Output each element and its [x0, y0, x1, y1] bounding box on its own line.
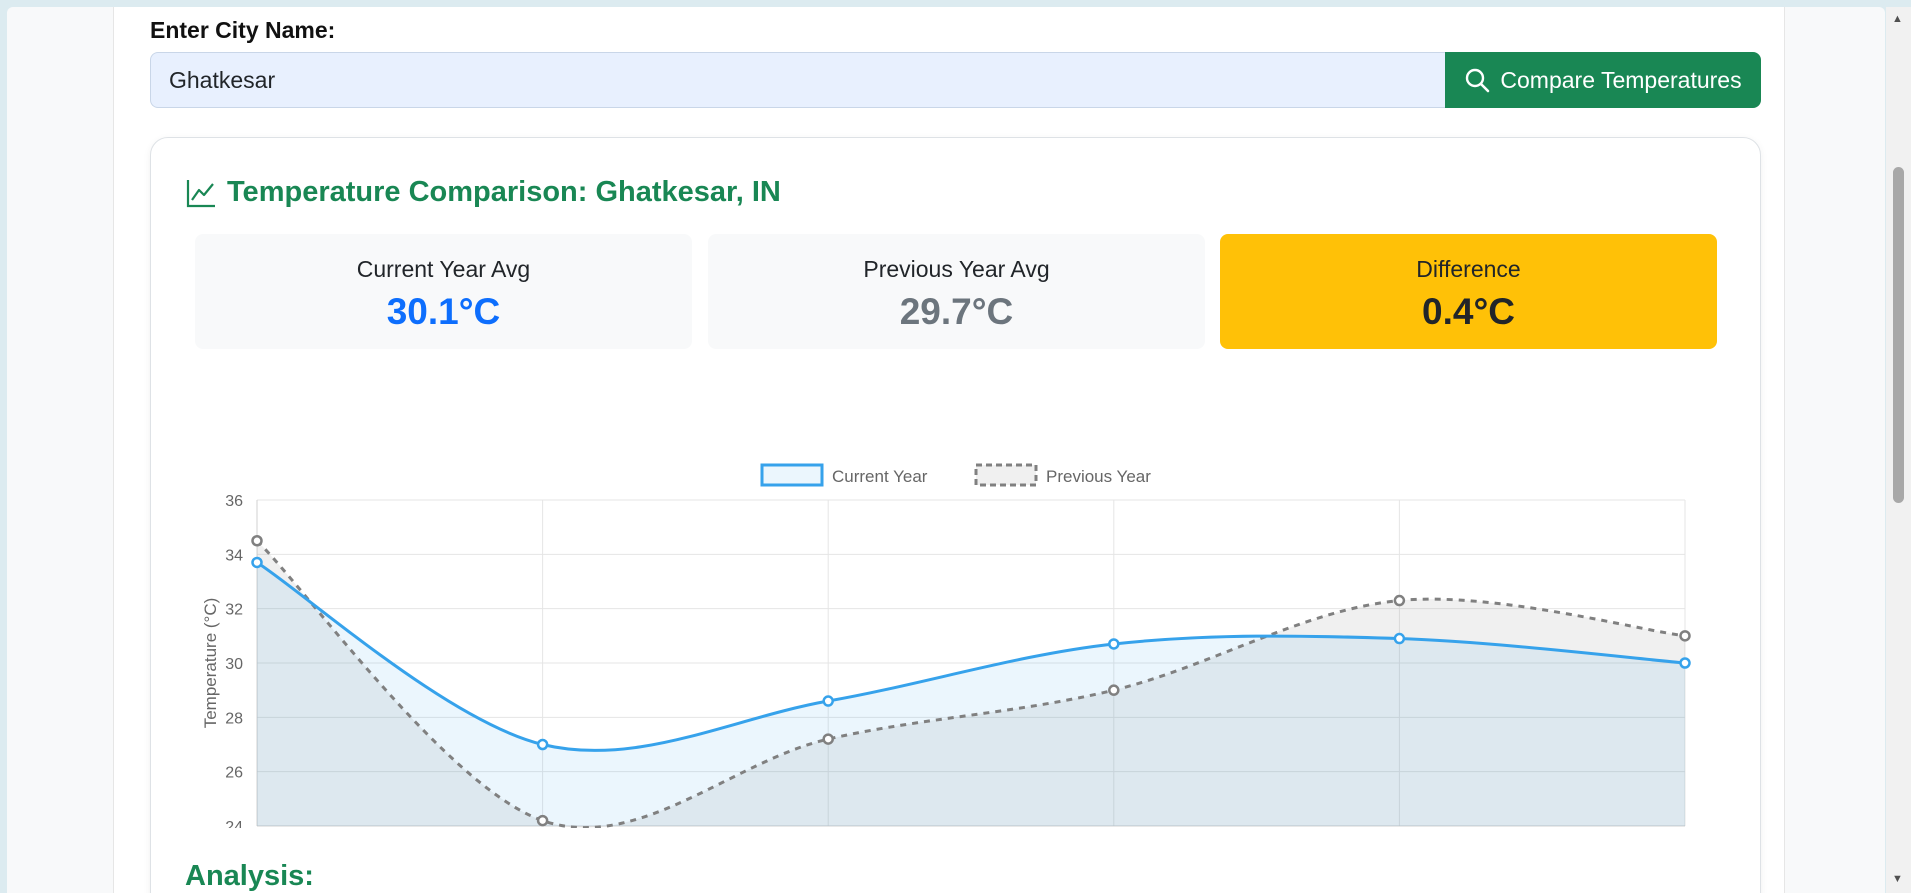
card-title-text: Temperature Comparison: Ghatkesar, IN	[227, 176, 781, 208]
y-tick-label: 26	[225, 765, 243, 782]
y-tick-label: 28	[225, 710, 243, 727]
difference-value: 0.4°C	[1422, 291, 1515, 332]
city-input[interactable]	[150, 52, 1445, 108]
y-tick-label: 36	[225, 493, 243, 510]
data-point-current-year	[536, 738, 549, 751]
analysis-heading: Analysis:	[185, 860, 314, 892]
current-year-avg-card: Current Year Avg 30.1°C	[195, 234, 692, 349]
y-tick-label: 34	[225, 547, 243, 564]
search-row: Compare Temperatures	[150, 52, 1761, 108]
legend-label-previous-year: Previous Year	[1046, 467, 1151, 486]
data-point-current-year	[1679, 657, 1691, 669]
previous-year-avg-value: 29.7°C	[899, 291, 1014, 332]
y-tick-label: 30	[225, 656, 243, 673]
scroll-up-arrow-icon[interactable]: ▲	[1892, 13, 1903, 25]
difference-label: Difference	[1416, 256, 1521, 282]
previous-year-avg-label: Previous Year Avg	[863, 256, 1050, 282]
page: Enter City Name: Compare Temperatures Te…	[7, 7, 1885, 893]
data-point-previous-year	[536, 814, 549, 827]
city-name-label: Enter City Name:	[150, 17, 336, 43]
data-point-previous-year	[251, 535, 263, 547]
card-title: Temperature Comparison: Ghatkesar, IN	[185, 176, 781, 209]
legend-swatch-current-year	[760, 463, 824, 487]
y-tick-label: 32	[225, 602, 243, 619]
legend-swatch-previous-year	[974, 463, 1038, 487]
scrollbar-thumb[interactable]	[1893, 167, 1904, 503]
current-year-avg-label: Current Year Avg	[356, 256, 531, 282]
compare-temperatures-button[interactable]: Compare Temperatures	[1445, 52, 1761, 108]
vertical-scrollbar[interactable]: ▲ ▼	[1886, 7, 1911, 893]
legend-label-current-year: Current Year	[832, 467, 928, 486]
line-chart-icon	[186, 179, 215, 207]
previous-year-avg-card: Previous Year Avg 29.7°C	[708, 234, 1205, 349]
data-point-previous-year	[1108, 684, 1120, 696]
y-tick-label: 24	[225, 819, 243, 828]
data-point-current-year	[251, 556, 263, 569]
current-year-avg-value: 30.1°C	[386, 291, 501, 332]
main-container: Enter City Name: Compare Temperatures Te…	[113, 7, 1785, 893]
temperature-chart-svg: 24262830323436May 20May 21May 22May 23Ma…	[201, 463, 1713, 891]
data-point-current-year	[822, 695, 834, 707]
difference-card: Difference 0.4°C	[1220, 234, 1717, 349]
y-axis-title: Temperature (°C)	[201, 598, 220, 729]
data-point-current-year	[1108, 638, 1120, 650]
data-point-previous-year	[1679, 630, 1691, 642]
data-point-previous-year	[822, 733, 834, 745]
comparison-card: Temperature Comparison: Ghatkesar, IN Cu…	[150, 137, 1761, 893]
compare-button-label: Compare Temperatures	[1500, 66, 1742, 93]
search-icon	[1466, 68, 1490, 93]
data-point-previous-year	[1393, 594, 1406, 607]
temperature-chart: 24262830323436May 20May 21May 22May 23Ma…	[185, 378, 1745, 891]
scroll-down-arrow-icon[interactable]: ▼	[1892, 873, 1903, 885]
data-point-current-year	[1393, 632, 1406, 645]
